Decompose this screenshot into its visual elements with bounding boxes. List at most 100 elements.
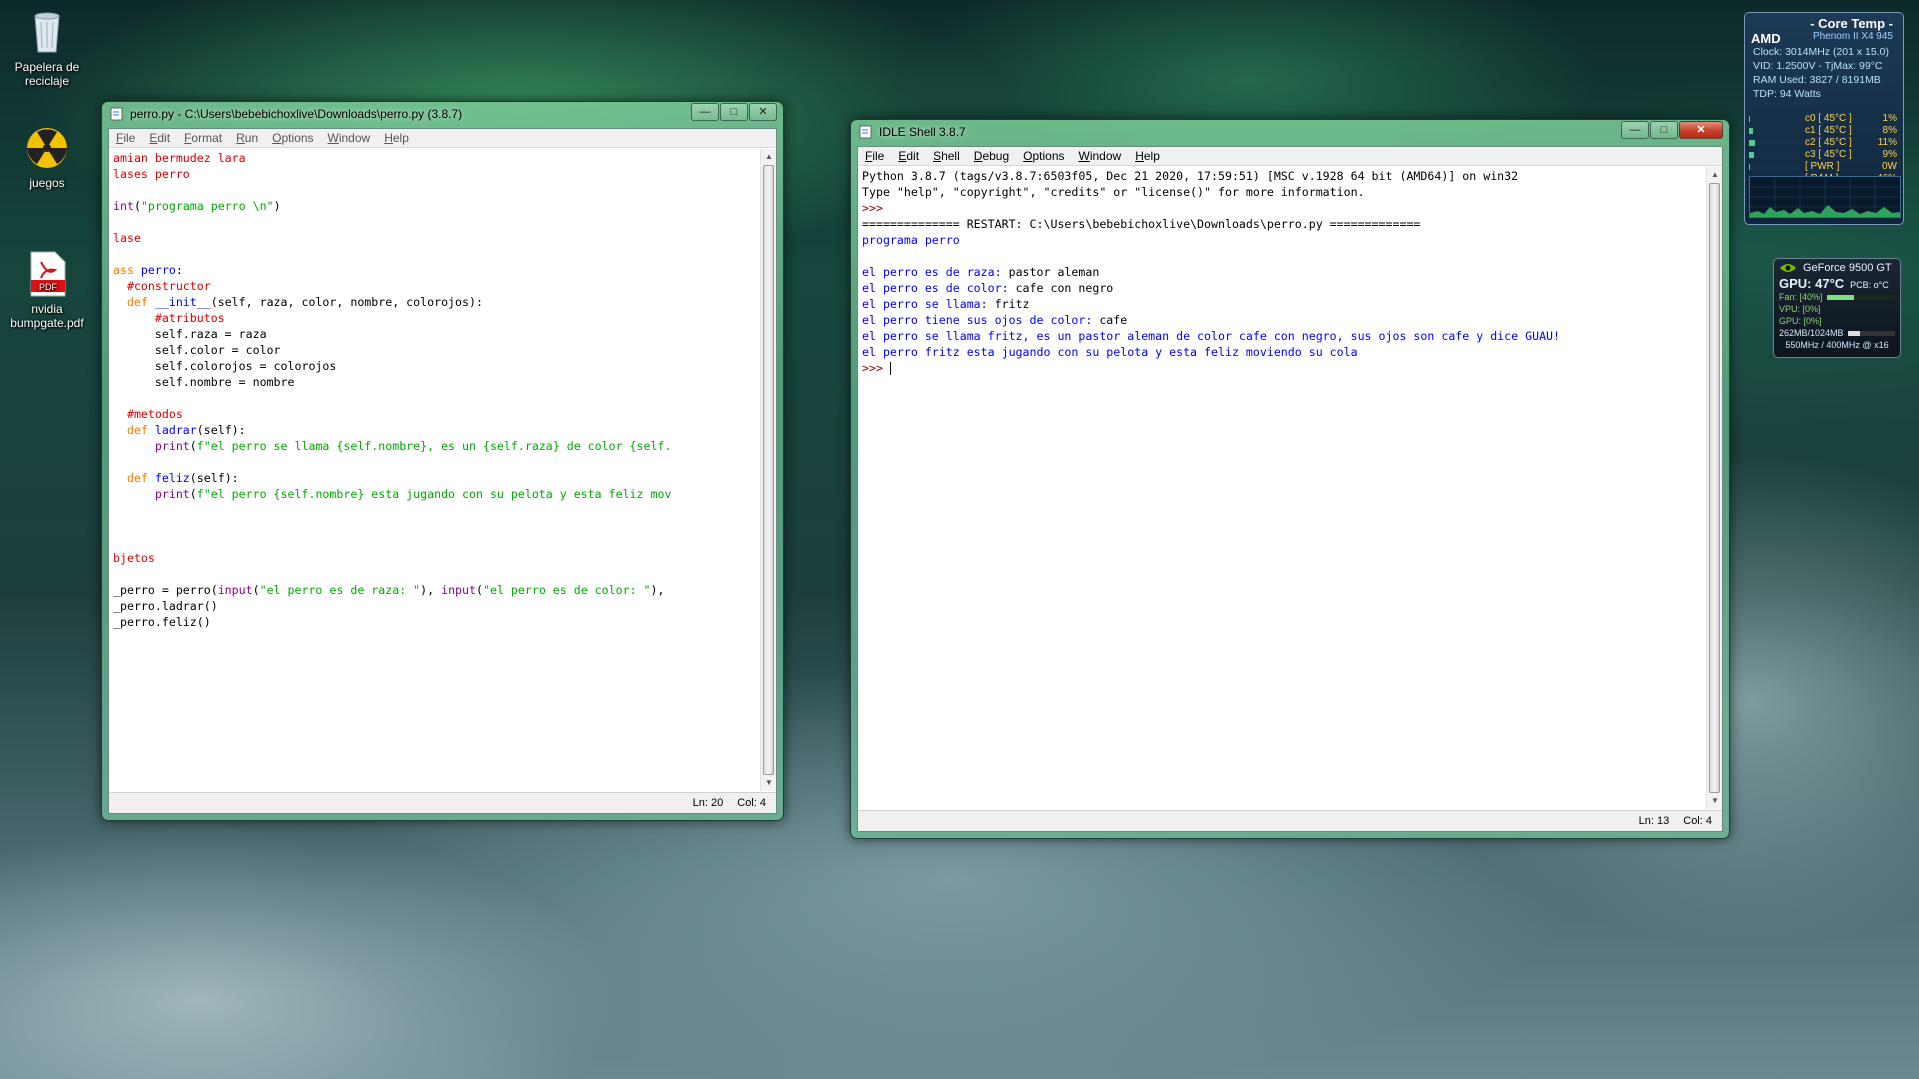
gpu-load: GPU: [0%] <box>1779 316 1822 326</box>
shell-titlebar[interactable]: IDLE Shell 3.8.7 — □ ✕ <box>851 120 1729 144</box>
code-line: _perro = perro(input("el perro es de raz… <box>113 583 665 597</box>
menu-options[interactable]: Options <box>265 131 320 145</box>
shell-line: el perro se llama: fritz <box>862 297 1030 311</box>
code-line: _perro.feliz() <box>113 615 211 629</box>
editor-statusbar: Ln: 20 Col: 4 <box>109 792 776 813</box>
code-line: #metodos <box>126 407 183 421</box>
gadget-title: - Core Temp - <box>1810 16 1893 31</box>
shell-line: el perro fritz esta jugando con su pelot… <box>862 345 1358 359</box>
desktop-icon-label: Papelera de reciclaje <box>14 60 80 88</box>
code-line: lase <box>113 231 141 245</box>
core-label: c3 [ 45°C ] <box>1805 149 1852 160</box>
cpu-info-line: VID: 1.2500V - TjMax: 99°C <box>1753 60 1883 72</box>
menu-run[interactable]: Run <box>229 131 265 145</box>
code-editor[interactable]: amian bermudez lara lases perro int("prog… <box>109 149 760 791</box>
desktop-icon-juegos[interactable]: juegos <box>2 124 92 190</box>
gpu-load-row: GPU: [0%] <box>1779 315 1895 327</box>
core-load-bar <box>1749 152 1799 158</box>
gpu-gadget[interactable]: GeForce 9500 GT GPU: 47°C PCB: o°C Fan: … <box>1773 258 1901 358</box>
svg-text:PDF: PDF <box>39 282 58 292</box>
vpu-row: VPU: [0%] <box>1779 303 1895 315</box>
fan-bar <box>1826 295 1854 300</box>
maximize-button[interactable]: □ <box>1650 121 1678 139</box>
cpu-usage-graph <box>1749 176 1901 218</box>
menu-window[interactable]: Window <box>1072 149 1129 163</box>
scroll-up-arrow-icon[interactable]: ▲ <box>1707 167 1723 183</box>
radioactive-folder-icon <box>23 124 71 172</box>
core-row: c0 [ 45°C ] 1% <box>1749 113 1897 125</box>
code-line: _perro.ladrar() <box>113 599 218 613</box>
fan-row: Fan: [40%] <box>1779 291 1895 303</box>
menu-window[interactable]: Window <box>321 131 378 145</box>
shell-line: el perro es de raza: pastor aleman <box>862 265 1100 279</box>
menu-options[interactable]: Options <box>1016 149 1071 163</box>
menu-help[interactable]: Help <box>377 131 416 145</box>
menu-edit[interactable]: Edit <box>891 149 926 163</box>
core-load-bar <box>1749 116 1799 122</box>
menu-debug[interactable]: Debug <box>967 149 1016 163</box>
minimize-button[interactable]: — <box>691 103 719 121</box>
core-temp-gadget[interactable]: AMD - Core Temp - Phenom II X4 945 Clock… <box>1744 12 1904 225</box>
cpu-model: Phenom II X4 945 <box>1812 31 1893 42</box>
code-line: lases perro <box>113 167 190 181</box>
gpu-name: GeForce 9500 GT <box>1803 262 1892 274</box>
text-cursor <box>889 362 891 375</box>
scroll-down-arrow-icon[interactable]: ▼ <box>1707 793 1723 809</box>
pdf-file-icon: PDF <box>23 250 71 298</box>
fan-speed: Fan: [40%] <box>1779 292 1823 302</box>
code-line: self.color = color <box>113 343 281 357</box>
desktop-icon-label: juegos <box>29 176 65 190</box>
menu-format[interactable]: Format <box>177 131 229 145</box>
core-row: [ PWR ] 0W <box>1749 161 1897 173</box>
code-line: def ladrar(self): <box>126 423 246 437</box>
code-line: amian bermudez lara <box>113 151 246 165</box>
menu-help[interactable]: Help <box>1128 149 1167 163</box>
core-load-bar <box>1749 140 1799 146</box>
core-load-bar <box>1749 164 1799 170</box>
core-label: c2 [ 45°C ] <box>1805 137 1852 148</box>
shell-line: el perro es de color: cafe con negro <box>862 281 1114 295</box>
shell-title: IDLE Shell 3.8.7 <box>879 125 966 139</box>
shell-line: Type "help", "copyright", "credits" or "… <box>862 185 1365 199</box>
shell-statusbar: Ln: 13 Col: 4 <box>858 810 1722 831</box>
menu-file[interactable]: File <box>858 149 891 163</box>
core-load-bar <box>1749 128 1799 134</box>
editor-client: File Edit Format Run Options Window Help… <box>108 128 777 814</box>
editor-titlebar[interactable]: perro.py - C:\Users\bebebichoxlive\Downl… <box>102 102 783 126</box>
core-list: c0 [ 45°C ] 1% c1 [ 45°C ] 8% c2 [ 45°C ] 11%… <box>1749 113 1897 185</box>
shell-scrollbar[interactable]: ▲ ▼ <box>1706 167 1722 809</box>
core-row: c2 [ 45°C ] 11% <box>1749 137 1897 149</box>
shell-output[interactable]: Python 3.8.7 (tags/v3.8.7:6503f05, Dec 2… <box>858 167 1706 809</box>
core-value: 8% <box>1882 125 1897 136</box>
code-line: def feliz(self): <box>126 471 239 485</box>
editor-scrollbar[interactable]: ▲ ▼ <box>760 149 776 791</box>
python-file-icon <box>110 107 123 121</box>
scroll-up-arrow-icon[interactable]: ▲ <box>761 149 777 165</box>
gpu-clocks: 550MHz / 400MHz @ x16 <box>1785 340 1889 350</box>
scroll-down-arrow-icon[interactable]: ▼ <box>761 775 777 791</box>
scrollbar-thumb[interactable] <box>763 165 774 775</box>
clock-row: 550MHz / 400MHz @ x16 <box>1779 339 1895 351</box>
shell-client: File Edit Shell Debug Options Window Hel… <box>857 146 1723 832</box>
core-value: 9% <box>1882 149 1897 160</box>
scrollbar-thumb[interactable] <box>1709 183 1720 793</box>
close-button[interactable]: ✕ <box>749 103 777 121</box>
code-line: ass perro: <box>113 263 183 277</box>
core-value: 0W <box>1882 161 1897 172</box>
code-line: bjetos <box>113 551 155 565</box>
desktop-icon-recycle-bin[interactable]: Papelera de reciclaje <box>2 8 92 88</box>
close-button[interactable]: ✕ <box>1679 121 1723 139</box>
menu-file[interactable]: File <box>109 131 142 145</box>
shell-line: programa perro <box>862 233 960 247</box>
desktop-icon-pdf[interactable]: PDF nvidia bumpgate.pdf <box>2 250 92 330</box>
maximize-button[interactable]: □ <box>720 103 748 121</box>
minimize-button[interactable]: — <box>1621 121 1649 139</box>
menu-edit[interactable]: Edit <box>142 131 177 145</box>
menu-shell[interactable]: Shell <box>926 149 967 163</box>
